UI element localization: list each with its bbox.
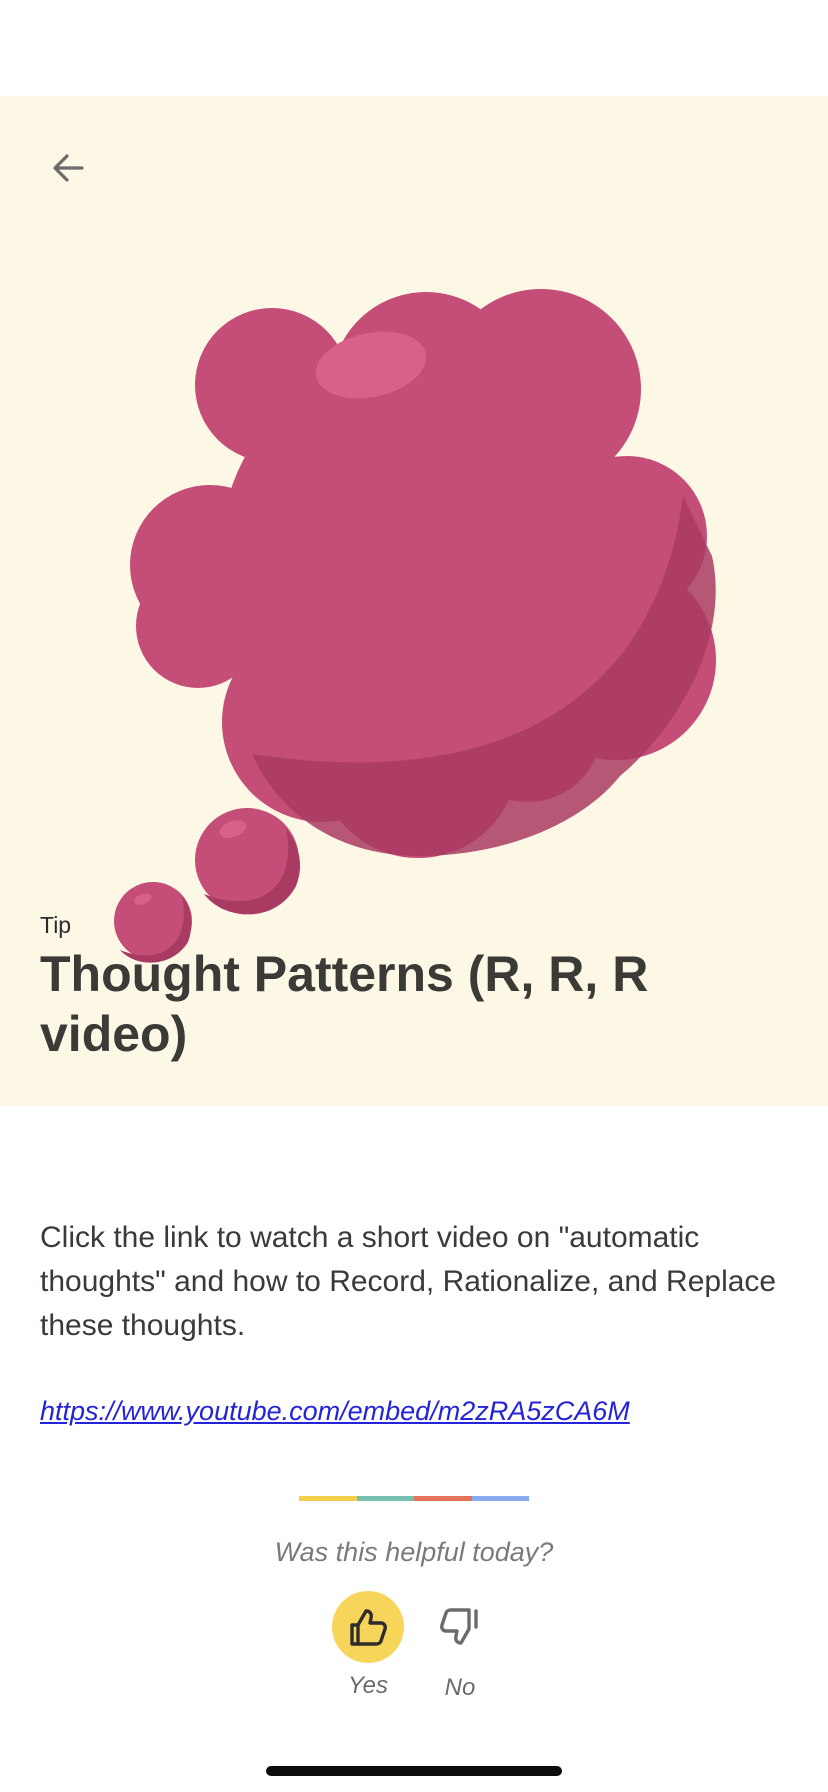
color-divider bbox=[299, 1496, 529, 1501]
feedback-question: Was this helpful today? bbox=[274, 1537, 554, 1567]
divider-segment-teal bbox=[356, 1496, 414, 1501]
page-title: Thought Patterns (R, R, R video) bbox=[40, 946, 649, 1062]
divider-segment-yellow bbox=[299, 1496, 357, 1501]
tip-body-text: Click the link to watch a short video on… bbox=[40, 1221, 777, 1342]
no-button[interactable] bbox=[424, 1591, 496, 1663]
divider-segment-blue bbox=[471, 1496, 529, 1501]
back-button[interactable] bbox=[40, 140, 96, 196]
divider-segment-coral bbox=[414, 1496, 472, 1501]
thought-bubble-illustration bbox=[114, 289, 716, 963]
category-label: Tip bbox=[40, 912, 72, 938]
yes-label: Yes bbox=[347, 1672, 389, 1699]
no-label: No bbox=[444, 1674, 476, 1701]
hero-section: Tip Thought Patterns (R, R, R video) bbox=[0, 96, 828, 1106]
thumbs-up-icon bbox=[350, 1609, 387, 1646]
arrow-left-icon bbox=[53, 154, 84, 182]
yes-button[interactable] bbox=[332, 1591, 404, 1663]
home-indicator[interactable] bbox=[266, 1766, 562, 1776]
thumbs-down-icon bbox=[440, 1608, 478, 1645]
video-link[interactable]: https://www.youtube.com/embed/m2zRA5zCA6… bbox=[40, 1396, 630, 1427]
